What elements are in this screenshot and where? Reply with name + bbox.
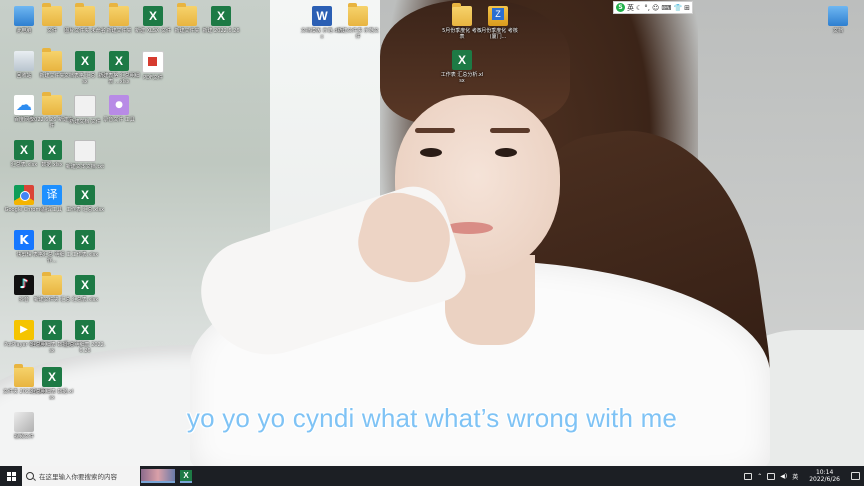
windows-logo-icon (6, 471, 16, 481)
chevron-up-icon[interactable]: ⌃ (757, 473, 762, 480)
desktop-icon[interactable]: 工作表 汇总分析.xlsx (440, 48, 484, 98)
notification-center-icon[interactable] (851, 472, 860, 480)
clock-date: 2022/6/26 (809, 476, 840, 483)
keyboard-tray-icon[interactable] (744, 472, 753, 480)
translate-icon (42, 185, 62, 205)
ime-keyboard-icon[interactable]: ⌨ (661, 4, 671, 12)
desktop-icon[interactable]: 录音文件 工具 (97, 93, 141, 143)
clock-time: 10:14 (815, 469, 834, 476)
excel-icon (75, 185, 95, 205)
excel-icon (452, 50, 472, 70)
excel-icon (42, 320, 62, 340)
folder-icon (452, 3, 472, 26)
ime-skin-icon[interactable]: 👕 (673, 4, 682, 12)
document-icon (74, 95, 96, 117)
start-button[interactable] (0, 466, 22, 486)
user-folder-icon (828, 6, 848, 26)
sogou-ime-icon[interactable]: S (616, 3, 625, 12)
desktop-icon-label: 新建文件夹 示范文件 (337, 28, 379, 40)
ime-mode-toggle[interactable]: 英 (627, 3, 634, 13)
pdf-icon (142, 51, 164, 73)
excel-icon (42, 230, 62, 250)
desktop-icon-label: 录音文件 工具 (103, 117, 135, 123)
excel-icon (211, 6, 231, 26)
excel-icon (42, 140, 62, 160)
tray-ime-indicator[interactable]: 英 (792, 472, 798, 481)
desktop-icon-label: 工作表.xlsx (71, 252, 99, 258)
desktop-icon[interactable]: 新建 2022.6.26 (199, 4, 243, 54)
excel-icon (75, 320, 95, 340)
desktop-icon-label: 视频文件 (13, 434, 34, 440)
ime-moon-icon[interactable]: ☾ (636, 4, 642, 12)
excel-icon (42, 367, 62, 387)
excel-icon (75, 275, 95, 295)
desktop-icon[interactable]: 新建文件夹 示范文件 (336, 3, 380, 54)
microphone-icon (109, 95, 129, 115)
taskbar-clock[interactable]: 10:14 2022/6/26 (809, 469, 840, 483)
folder-icon (42, 92, 62, 115)
excel-icon (109, 51, 129, 71)
desktop-icon-label: 汇总表.xlsx (71, 297, 99, 303)
desktop-icon-label: 汇总明细表 数据.xlsx (30, 389, 74, 401)
excel-icon (143, 6, 163, 26)
desktop-icon-label: 工作表 汇总.xlsx (65, 207, 105, 213)
desktop-icon-label: 新建 2022.6.26 (202, 28, 240, 34)
desktop-icon-label: 新建文本文档.txt (65, 164, 105, 170)
taskbar-app-excel[interactable]: X (176, 466, 196, 486)
video-thumbnail-icon (141, 469, 175, 483)
desktop-icon[interactable]: 文档 (816, 4, 860, 54)
desktop-icon[interactable]: 汇总表.xlsx (63, 273, 107, 323)
desktop-icon[interactable]: 汇总明细表 2022.6.26 (63, 318, 107, 368)
folder-icon (75, 3, 95, 26)
ime-toolbar[interactable]: S 英 ☾ °, ☺ ⌨ 👕 ⊞ (613, 1, 694, 14)
ime-toolbox-icon[interactable]: ⊞ (684, 4, 690, 12)
taskbar-search-box[interactable]: 在这里输入你要搜索的内容 (22, 466, 140, 486)
folder-icon (42, 48, 62, 71)
folder-icon (177, 3, 197, 26)
desktop-icon[interactable]: PDF文件 (131, 49, 175, 99)
ime-punctuation-icon[interactable]: °, (644, 4, 650, 12)
word-icon (312, 6, 332, 26)
desktop-icon-label: PDF文件 (143, 75, 163, 81)
desktop-icon[interactable]: 新建文本文档.txt (63, 138, 107, 188)
desktop-icon-label: 5月份季度化 考核(厦门... (478, 28, 518, 40)
excel-icon (75, 51, 95, 71)
desktop-icon[interactable]: 工作表.xlsx (63, 228, 107, 278)
folder-icon (348, 3, 368, 26)
search-placeholder: 在这里输入你要搜索的内容 (39, 473, 117, 481)
desktop-icon-label: 文档 (832, 28, 843, 34)
network-icon[interactable] (767, 472, 776, 480)
folder-icon (109, 3, 129, 26)
search-icon (26, 472, 34, 480)
desktop-icon[interactable]: 5月份季度化 考核(厦门... (476, 4, 520, 54)
video-subtitle: yo yo yo cyndi what what’s wrong with me (186, 403, 678, 433)
folder-icon (42, 272, 62, 295)
volume-icon[interactable]: ◀) (780, 473, 787, 480)
excel-icon: X (180, 469, 192, 483)
folder-icon (42, 3, 62, 26)
desktop-icon[interactable]: 工作表 汇总.xlsx (63, 183, 107, 233)
excel-icon (75, 230, 95, 250)
ime-emoji-icon[interactable]: ☺ (652, 4, 659, 12)
system-tray: ⌃ ◀) 英 10:14 2022/6/26 (744, 466, 864, 486)
taskbar: 在这里输入你要搜索的内容 X ⌃ ◀) 英 10:14 2022/6/26 (0, 466, 864, 486)
desktop-icon-label: 工作表 汇总分析.xlsx (440, 72, 484, 84)
document-icon (74, 140, 96, 162)
taskbar-app-video-thumbnail[interactable] (140, 466, 176, 486)
desktop-icon-label: 汇总明细表 2022.6.26 (64, 342, 106, 354)
zip-icon (488, 6, 508, 26)
